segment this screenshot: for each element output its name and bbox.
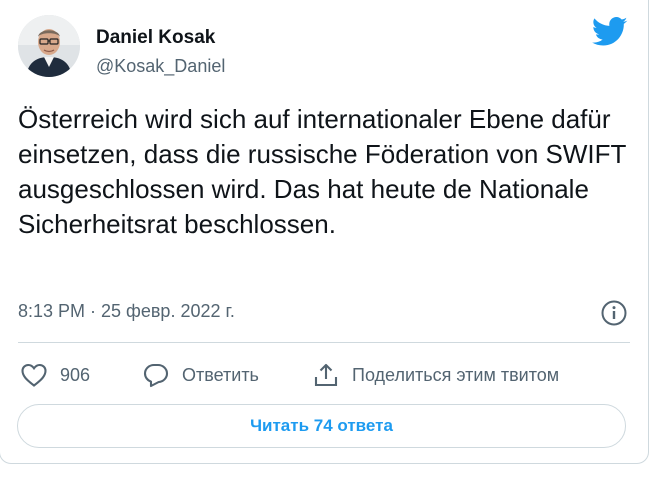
avatar[interactable] xyxy=(18,15,80,77)
author-name[interactable]: Daniel Kosak xyxy=(96,27,215,49)
speech-bubble-icon xyxy=(142,362,170,388)
info-icon[interactable] xyxy=(600,299,628,327)
avatar-photo xyxy=(18,15,80,77)
author-handle[interactable]: @Kosak_Daniel xyxy=(96,56,225,77)
divider xyxy=(18,342,630,343)
tweet-meta: 8:13 PM · 25 февр. 2022 г. xyxy=(18,299,628,327)
share-upload-icon xyxy=(312,362,340,388)
like-count: 906 xyxy=(60,364,91,385)
share-label: Поделиться этим твитом xyxy=(352,364,560,385)
read-replies-button[interactable]: Читать 74 ответа xyxy=(17,404,626,448)
timestamp[interactable]: 8:13 PM · 25 февр. 2022 г. xyxy=(18,301,235,322)
tweet-card: Daniel Kosak @Kosak_Daniel Österreich wi… xyxy=(0,0,649,464)
reply-label: Ответить xyxy=(182,364,259,385)
share-button[interactable]: Поделиться этим твитом xyxy=(312,361,559,389)
reply-button[interactable]: Ответить xyxy=(142,361,259,389)
twitter-bird-icon[interactable] xyxy=(592,17,628,47)
heart-icon xyxy=(20,362,48,388)
like-button[interactable]: 906 xyxy=(20,361,90,389)
tweet-text: Österreich wird sich auf internationaler… xyxy=(18,104,626,239)
